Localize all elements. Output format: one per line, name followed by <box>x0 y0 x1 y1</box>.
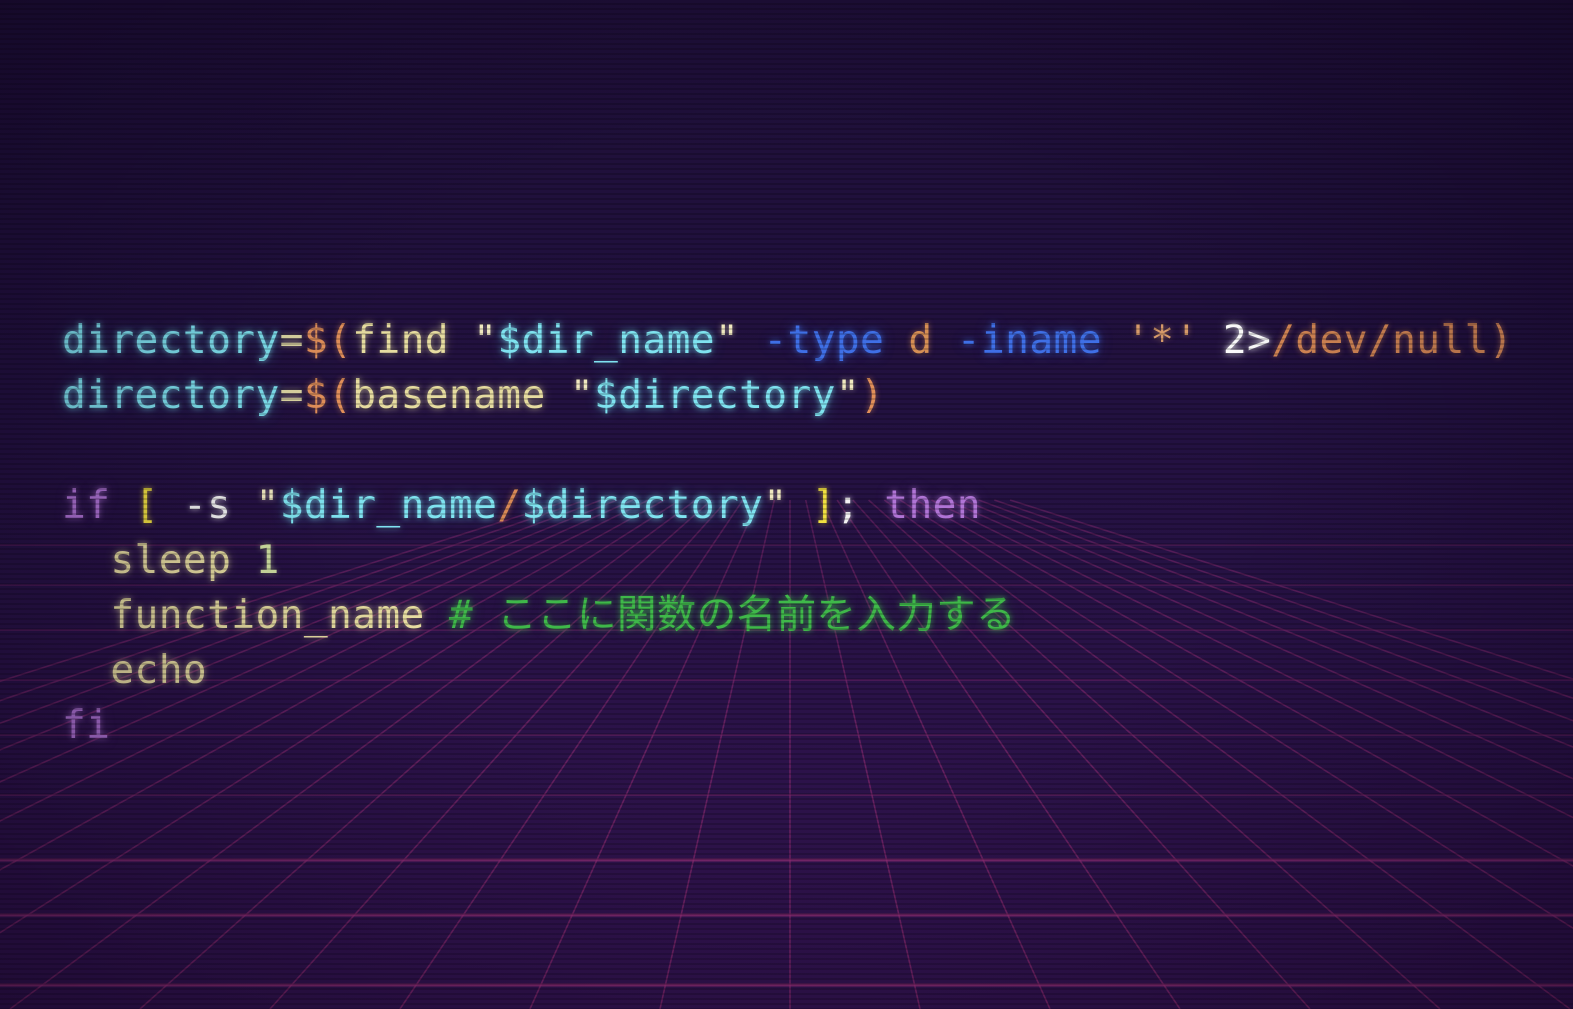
code-line: echo <box>62 643 1513 698</box>
code-line: directory=$(find "$dir_name" -type d -in… <box>62 313 1513 368</box>
code-block[interactable]: directory=$(find "$dir_name" -type d -in… <box>62 313 1513 753</box>
code-line: if [ -s "$dir_name/$directory" ]; then <box>62 478 1513 533</box>
subshell-token: $( <box>303 372 353 418</box>
operator-token: = <box>279 317 304 363</box>
variable-token: $dir_name <box>497 317 715 363</box>
number-token: 1 <box>255 537 280 583</box>
redirect-token: 2> <box>1222 317 1272 363</box>
quote-token: " <box>714 317 740 363</box>
subshell-token: ) <box>1488 317 1514 363</box>
path-token: /dev/null <box>1271 317 1489 363</box>
keyword-token: if <box>62 482 111 528</box>
quote-token: " <box>473 317 498 363</box>
variable-token: directory <box>62 317 280 363</box>
variable-token: $dir_name <box>279 482 498 528</box>
bracket-token: [ <box>134 482 159 528</box>
subshell-token: $( <box>303 317 353 363</box>
quote-token: " <box>835 372 861 418</box>
test-operator-token: -s <box>182 482 232 528</box>
terminal-canvas: directory=$(find "$dir_name" -type d -in… <box>0 0 1573 1009</box>
code-line: function_name # ここに関数の名前を入力する <box>62 588 1513 643</box>
command-token: echo <box>110 647 208 693</box>
code-line: directory=$(basename "$directory") <box>62 368 1513 423</box>
variable-token: $directory <box>594 372 836 418</box>
glob-token: '*' <box>1126 317 1199 363</box>
code-line: fi <box>62 698 1513 753</box>
comment-token: # ここに関数の名前を入力する <box>448 592 1016 638</box>
command-token: basename <box>352 372 546 418</box>
flag-token: -type <box>763 317 885 363</box>
command-token: find <box>352 317 449 363</box>
quote-token: " <box>763 482 788 528</box>
command-token: sleep <box>110 537 232 583</box>
variable-token: $directory <box>521 482 764 528</box>
path-token: / <box>497 482 522 528</box>
keyword-token: fi <box>62 702 111 748</box>
variable-token: directory <box>62 372 280 418</box>
operator-token: = <box>279 372 304 418</box>
flag-token: -iname <box>956 317 1102 363</box>
quote-token: " <box>569 372 595 418</box>
test-operator-token: ; <box>835 482 861 528</box>
keyword-token: then <box>884 482 981 528</box>
bracket-token: ] <box>811 482 836 528</box>
code-line: sleep 1 <box>62 533 1513 588</box>
subshell-token: ) <box>860 372 885 418</box>
argument-token: d <box>908 317 933 363</box>
command-token: function_name <box>110 592 425 638</box>
quote-token: " <box>255 482 280 528</box>
